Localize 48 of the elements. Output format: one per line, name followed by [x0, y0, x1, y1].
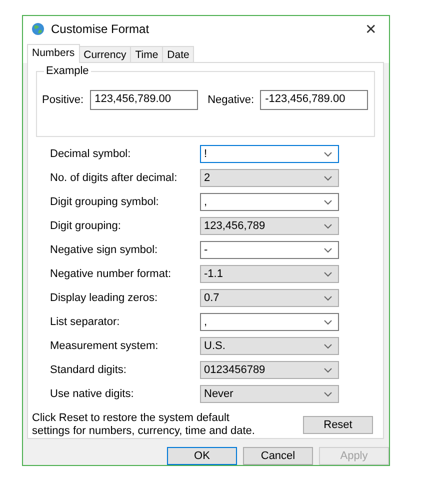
group-title: Example: [44, 65, 91, 77]
reset-button[interactable]: Reset: [303, 416, 373, 434]
setting-label: Use native digits:: [50, 388, 135, 400]
tab[interactable]: Time: [130, 46, 164, 63]
dialog-button[interactable]: Cancel: [243, 447, 313, 465]
reset-note: Click Reset to restore the system default settings for numbers, currency, time and date.: [32, 412, 256, 438]
setting-label: List separator:: [50, 316, 121, 328]
close-button[interactable]: ✕: [361, 20, 381, 36]
setting-label: Display leading zeros:: [50, 292, 159, 304]
caret-icon: [324, 224, 332, 228]
dropdown[interactable]: 2: [200, 169, 339, 187]
caret-icon: [324, 152, 332, 156]
tab[interactable]: Date: [162, 46, 194, 63]
setting-label: Digit grouping symbol:: [50, 196, 160, 208]
dropdown[interactable]: ,: [200, 193, 339, 211]
dropdown[interactable]: U.S.: [200, 337, 339, 355]
dropdown[interactable]: 0.7: [200, 289, 339, 307]
caret-icon: [324, 296, 332, 300]
dropdown[interactable]: 123,456,789: [200, 217, 339, 235]
setting-label: Measurement system:: [50, 340, 160, 352]
setting-label: Standard digits:: [50, 364, 128, 376]
caret-icon: [324, 272, 332, 276]
positive-field[interactable]: 123,456,789.00: [90, 90, 198, 110]
negative-field[interactable]: -123,456,789.00: [260, 90, 368, 110]
setting-label: Digit grouping:: [50, 220, 122, 232]
dropdown[interactable]: 0123456789: [200, 361, 339, 379]
dropdown[interactable]: ,: [200, 313, 339, 331]
dropdown[interactable]: -1.1: [200, 265, 339, 283]
setting-label: Negative number format:: [50, 268, 172, 280]
dialog-button[interactable]: OK: [167, 447, 237, 465]
setting-label: Negative sign symbol:: [50, 244, 159, 256]
setting-label: No. of digits after decimal:: [50, 172, 178, 184]
field-label: Negative:: [208, 94, 254, 106]
caret-icon: [324, 320, 332, 324]
globe-icon: [31, 22, 45, 36]
tab[interactable]: Numbers: [27, 44, 80, 63]
caret-icon: [324, 176, 332, 180]
caret-icon: [324, 392, 332, 396]
field-label: Positive:: [42, 94, 84, 106]
dropdown[interactable]: Never: [200, 385, 339, 403]
setting-label: Decimal symbol:: [50, 148, 132, 160]
caret-icon: [324, 368, 332, 372]
caret-icon: [324, 344, 332, 348]
caret-icon: [324, 200, 332, 204]
dropdown[interactable]: -: [200, 241, 339, 259]
window-title: Customise Format: [51, 22, 150, 36]
caret-icon: [324, 248, 332, 252]
dropdown[interactable]: !: [200, 145, 339, 163]
